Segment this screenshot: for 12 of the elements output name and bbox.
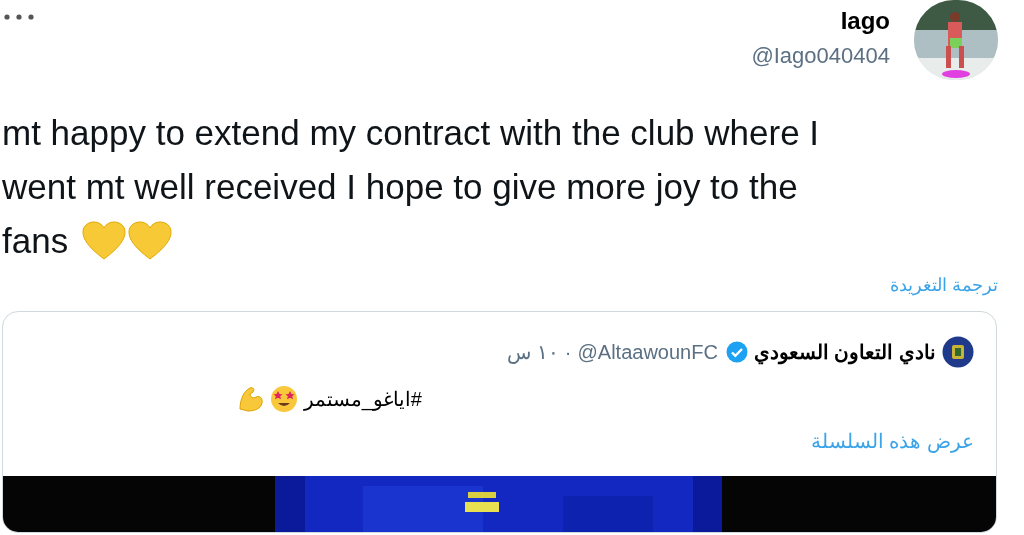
tweet-text-line: mt happy to extend my contract with the club where I [2,112,820,154]
show-thread-link[interactable]: عرض هذه السلسلة [810,426,974,456]
quoted-author-handle: @AltaawounFC [577,340,718,365]
tweet-time: ١٠ س [507,340,559,366]
translate-tweet-link[interactable]: ترجمة التغريدة [890,272,998,299]
tweet-text-line: went mt well received I hope to give more joy to the [2,166,798,208]
quoted-author-name: نادي التعاون السعودي [753,340,936,367]
separator: · [564,340,572,365]
quoted-tweet-text: #اياغو_مستمر [303,387,422,413]
author-name: Iago [840,6,890,36]
author-handle: @Iago040404 [751,42,890,70]
tweet-text-line: fans [2,220,69,262]
